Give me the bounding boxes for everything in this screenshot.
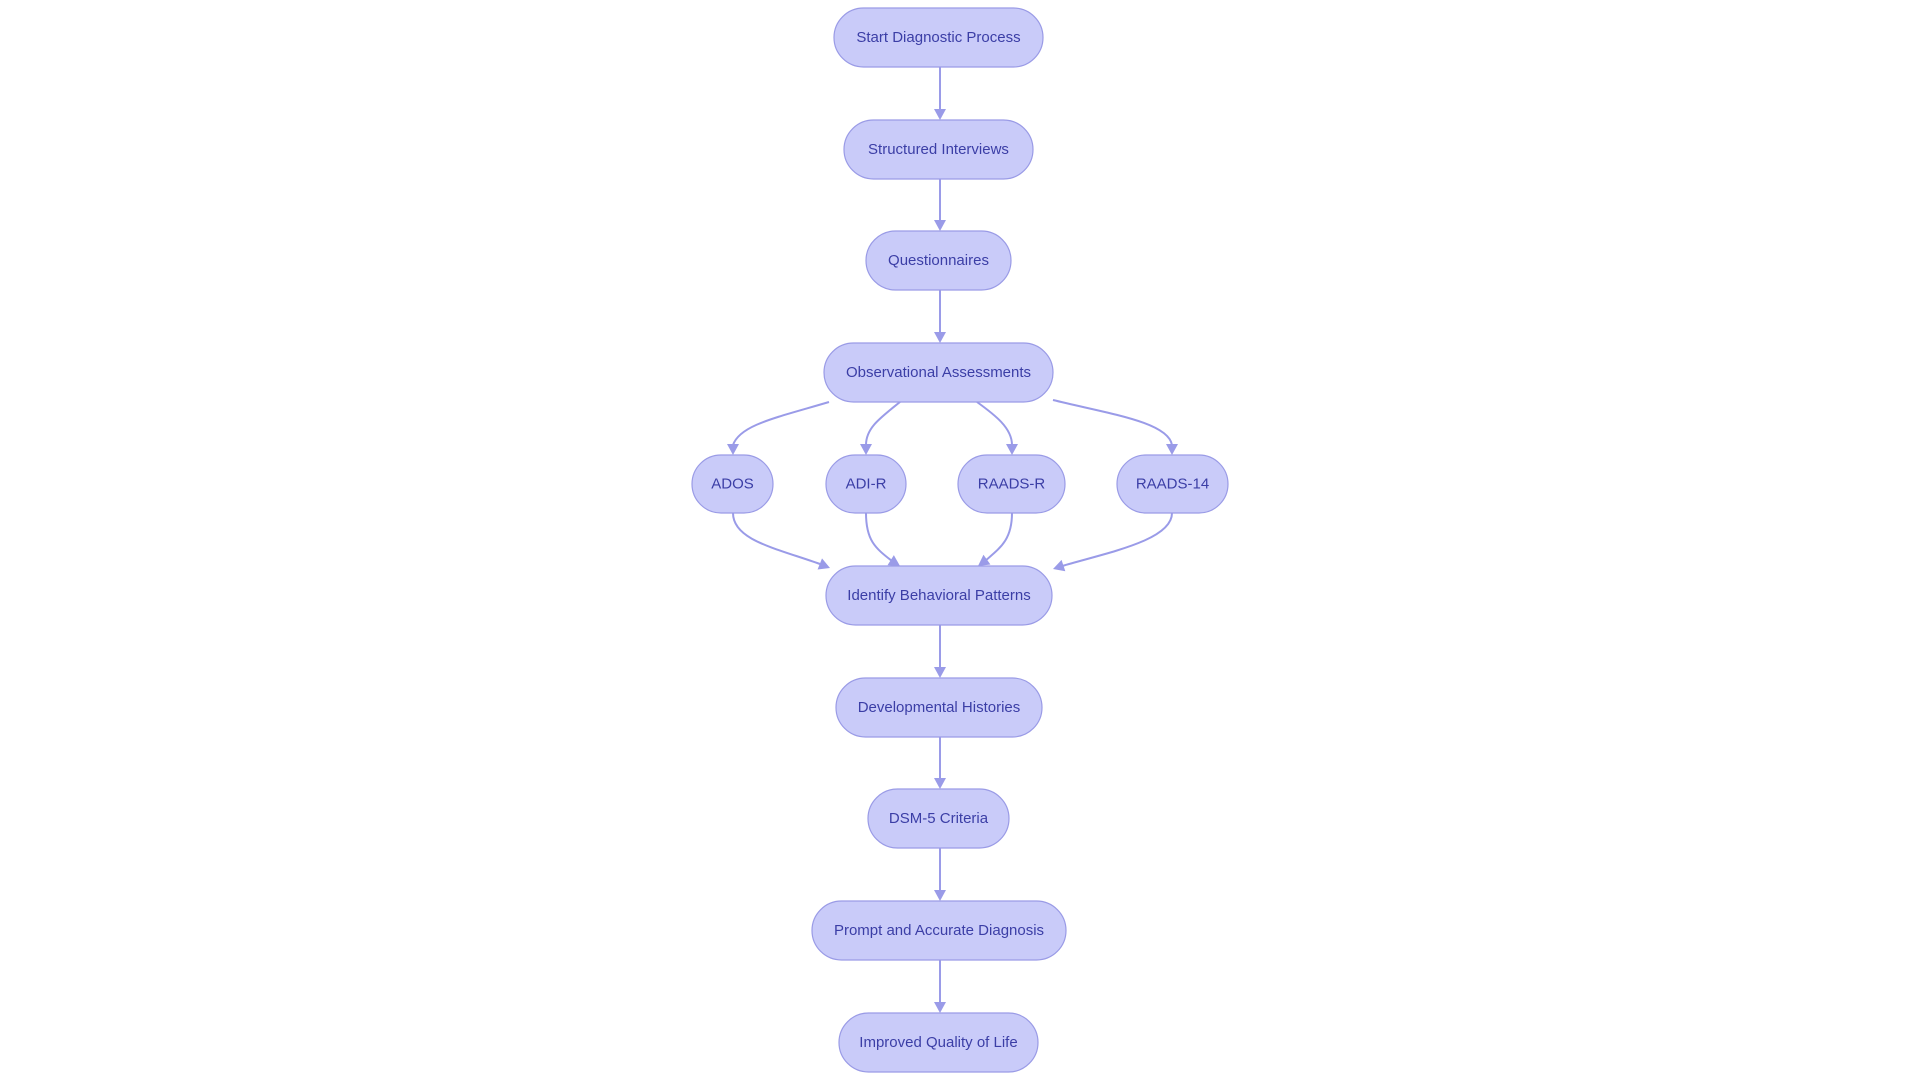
edges-layer (727, 67, 1178, 1013)
arrowhead-icon (727, 444, 739, 455)
node-label: Identify Behavioral Patterns (847, 587, 1030, 604)
edge-line (1061, 512, 1173, 567)
edge-line (732, 401, 830, 446)
edge-diagnosis-to-quality (934, 960, 946, 1013)
node-histories[interactable]: Developmental Histories (835, 677, 1043, 738)
arrowhead-icon (934, 1002, 946, 1013)
arrowhead-icon (1166, 444, 1178, 455)
flowchart-diagram: Start Diagnostic Process Structured Inter… (691, 7, 1229, 1073)
node-diagnosis[interactable]: Prompt and Accurate Diagnosis (811, 900, 1067, 961)
node-dsm5[interactable]: DSM-5 Criteria (867, 788, 1010, 849)
edge-identify-to-histories (934, 625, 946, 678)
node-label: Improved Quality of Life (859, 1034, 1017, 1051)
edge-line (732, 512, 821, 565)
node-label: DSM-5 Criteria (889, 810, 989, 827)
node-label: ADOS (711, 476, 754, 493)
edge-questionnaires-to-observational (934, 290, 946, 343)
edge-observational-to-adir (860, 401, 901, 455)
edge-start-to-interviews (934, 67, 946, 120)
edge-adir-to-identify (865, 512, 900, 566)
node-interviews[interactable]: Structured Interviews (843, 119, 1034, 180)
node-label: Questionnaires (888, 252, 989, 269)
node-quality[interactable]: Improved Quality of Life (838, 1012, 1039, 1073)
edge-line (976, 401, 1013, 446)
node-start[interactable]: Start Diagnostic Process (833, 7, 1044, 68)
node-label: Start Diagnostic Process (856, 29, 1020, 46)
arrowhead-icon (934, 220, 946, 231)
node-label: Prompt and Accurate Diagnosis (834, 922, 1044, 939)
node-adir[interactable]: ADI-R (825, 454, 907, 514)
arrowhead-icon (934, 778, 946, 789)
node-label: Developmental Histories (858, 699, 1021, 716)
node-raadsr[interactable]: RAADS-R (957, 454, 1066, 514)
node-raads14[interactable]: RAADS-14 (1116, 454, 1229, 514)
node-ados[interactable]: ADOS (691, 454, 774, 514)
arrowhead-icon (934, 109, 946, 120)
node-label: ADI-R (846, 476, 887, 493)
node-label: RAADS-14 (1136, 476, 1209, 493)
arrowhead-icon (860, 444, 872, 455)
node-questionnaires[interactable]: Questionnaires (865, 230, 1012, 291)
arrowhead-icon (978, 554, 991, 566)
edge-raadsr-to-identify (978, 512, 1013, 566)
arrowhead-icon (934, 332, 946, 343)
edge-observational-to-raadsr (976, 401, 1018, 455)
node-label: RAADS-R (978, 476, 1046, 493)
edge-observational-to-raads14 (1052, 399, 1178, 455)
edge-histories-to-dsm5 (934, 737, 946, 789)
arrowhead-icon (1006, 444, 1018, 455)
node-label: Structured Interviews (868, 141, 1009, 158)
edge-line (1052, 399, 1173, 446)
edge-observational-to-ados (727, 401, 830, 455)
node-identify[interactable]: Identify Behavioral Patterns (825, 565, 1053, 626)
edge-dsm5-to-diagnosis (934, 848, 946, 901)
node-label: Observational Assessments (846, 364, 1031, 381)
arrowhead-icon (934, 890, 946, 901)
edge-raads14-to-identify (1053, 512, 1173, 572)
edge-ados-to-identify (732, 512, 830, 570)
arrowhead-icon (887, 555, 900, 566)
edge-line (865, 401, 901, 446)
arrowhead-icon (934, 667, 946, 678)
node-observational[interactable]: Observational Assessments (823, 342, 1054, 403)
edge-line (984, 512, 1013, 562)
edge-line (865, 512, 893, 562)
edge-interviews-to-questionnaires (934, 179, 946, 231)
